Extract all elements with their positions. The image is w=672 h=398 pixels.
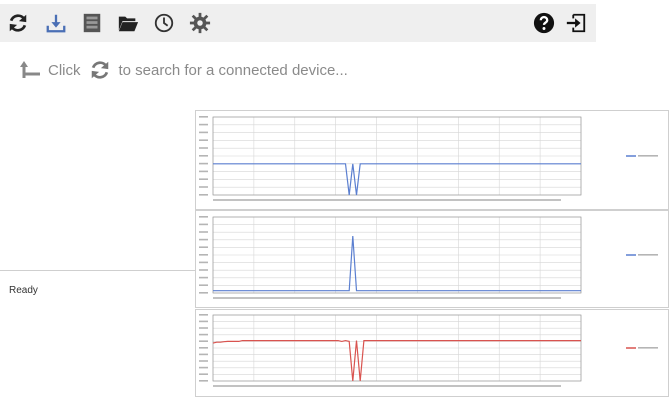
settings-button[interactable]	[188, 11, 212, 35]
y-tick-mark	[199, 347, 208, 349]
temperature-chart	[199, 314, 658, 387]
history-button[interactable]	[152, 11, 176, 35]
legend-label	[638, 155, 658, 157]
y-tick-mark	[199, 131, 208, 134]
y-tick-mark	[199, 123, 208, 126]
y-tick-mark	[199, 162, 208, 165]
help-icon	[533, 12, 555, 34]
database-button[interactable]	[80, 11, 104, 35]
help-button[interactable]	[532, 11, 556, 35]
database-icon	[83, 13, 101, 33]
y-tick-mark	[199, 292, 208, 294]
x-tick-labels	[213, 297, 561, 299]
search-hint: Click to search for a connected device..…	[20, 58, 348, 82]
exit-icon	[566, 13, 586, 33]
toolbar	[0, 4, 596, 42]
y-tick-mark	[199, 284, 208, 286]
refresh-icon	[9, 14, 27, 32]
y-tick-mark	[199, 116, 208, 118]
pressure-chart-panel	[195, 210, 669, 308]
hint-prefix: Click	[48, 61, 81, 79]
y-tick-mark	[199, 231, 208, 233]
y-tick-mark	[199, 216, 208, 218]
y-tick-mark	[199, 380, 208, 382]
y-tick-mark	[199, 155, 208, 157]
y-tick-mark	[199, 276, 208, 279]
y-tick-mark	[199, 147, 208, 149]
temperature-chart-panel	[195, 309, 669, 397]
pressure-chart	[199, 216, 658, 299]
exit-button[interactable]	[564, 11, 588, 35]
y-tick-mark	[199, 314, 208, 316]
y-tick-mark	[199, 186, 208, 188]
y-tick-mark	[199, 170, 208, 173]
flow-chart	[199, 116, 658, 201]
refresh-button[interactable]	[6, 11, 30, 35]
flow-chart-panel	[195, 110, 669, 210]
x-tick-labels	[213, 199, 561, 201]
series-line	[213, 235, 581, 292]
status-divider	[0, 270, 195, 271]
y-tick-mark	[199, 223, 208, 226]
y-tick-mark	[199, 269, 208, 271]
refresh-icon[interactable]	[89, 59, 111, 81]
y-tick-mark	[199, 246, 208, 248]
y-tick-mark	[199, 254, 208, 256]
y-tick-mark	[199, 327, 208, 329]
status-text: Ready	[9, 285, 38, 296]
download-icon	[46, 14, 66, 33]
y-tick-mark	[199, 139, 208, 141]
legend-label	[638, 347, 658, 349]
y-tick-mark	[199, 360, 208, 362]
legend-label	[638, 254, 658, 256]
y-tick-mark	[199, 238, 208, 241]
y-tick-mark	[199, 194, 208, 196]
y-tick-mark	[199, 320, 208, 323]
hint-suffix: to search for a connected device...	[118, 61, 348, 79]
series-line	[212, 339, 581, 382]
y-tick-mark	[199, 373, 208, 375]
clock-icon	[154, 13, 174, 33]
y-tick-mark	[199, 366, 208, 369]
gear-icon	[189, 12, 211, 34]
y-tick-mark	[199, 353, 208, 356]
arrow-up-icon	[20, 61, 40, 78]
y-tick-mark	[199, 340, 208, 342]
folder-open-icon	[118, 16, 139, 32]
y-tick-mark	[199, 261, 208, 264]
x-tick-labels	[213, 385, 561, 387]
y-tick-mark	[199, 333, 208, 336]
download-button[interactable]	[44, 11, 68, 35]
y-tick-mark	[199, 178, 208, 180]
open-folder-button[interactable]	[116, 11, 140, 35]
